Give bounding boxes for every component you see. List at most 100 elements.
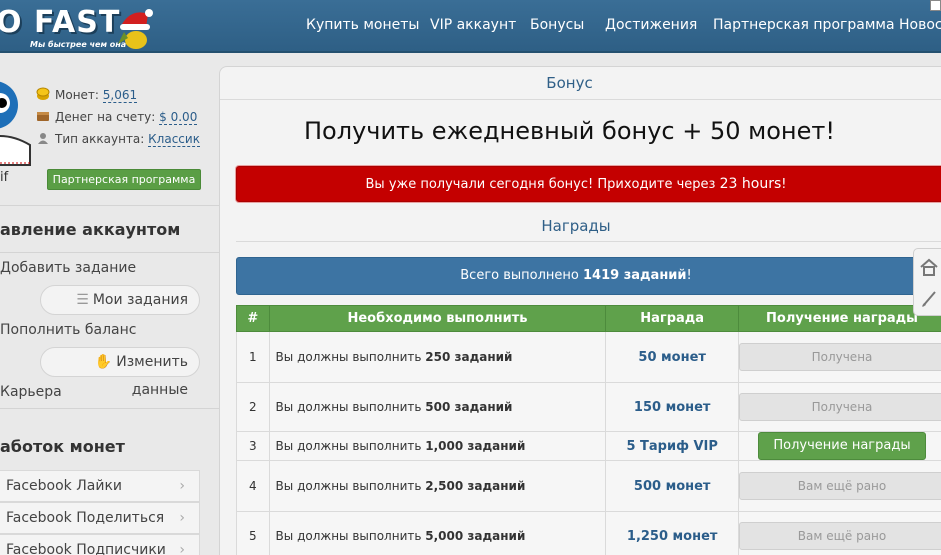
claimed-button[interactable]: Получена — [738, 343, 941, 371]
req-prefix: Вы должны выполнить — [275, 479, 422, 493]
sidebar-item-add-task[interactable]: Добавить задание — [0, 260, 136, 276]
too-early-button[interactable]: Вам ещё рано — [738, 472, 941, 500]
sidebar-item-my-tasks[interactable]: ☰ Мои задания — [40, 285, 200, 315]
sidebar-item-career[interactable]: Карьера — [0, 384, 62, 400]
row-number: 4 — [236, 460, 270, 512]
nav-achievements[interactable]: Достижения — [605, 17, 697, 33]
coins-value-link[interactable]: 5,061 — [102, 88, 138, 103]
row-reward: 5 Тариф VIP — [605, 431, 739, 461]
row-action: Вам ещё рано — [737, 511, 941, 555]
panel-header: Бонус — [220, 67, 941, 100]
col-reward: Награда — [605, 305, 739, 332]
divider — [0, 205, 219, 206]
main-nav: Купить монеты VIP аккаунт Бонусы Достиже… — [0, 17, 941, 37]
req-prefix: Вы должны выполнить — [275, 350, 422, 364]
alert-time: 23 hours — [719, 176, 782, 192]
req-amount: 250 заданий — [425, 350, 513, 364]
alert-text: Вы уже получали сегодня бонус! Приходите… — [365, 177, 716, 192]
row-reward: 150 монет — [605, 382, 739, 432]
money-value-link[interactable]: $ 0.00 — [159, 110, 198, 125]
table-row: 5 Вы должны выполнить 5,000 заданий 1,25… — [236, 511, 941, 555]
earn-item-facebook-likes[interactable]: Facebook Лайки › — [0, 470, 200, 502]
sidebar-item-edit-profile[interactable]: ✋ Изменить данные — [40, 347, 200, 398]
row-action: Получение награды — [737, 431, 941, 461]
chevron-right-icon: › — [179, 510, 185, 526]
rewards-table: # Необходимо выполнить Награда Получение… — [236, 305, 941, 555]
earn-item-facebook-followers[interactable]: Facebook Подписчики › — [0, 534, 200, 555]
row-reward: 500 монет — [605, 460, 739, 512]
nav-news[interactable]: Новос — [899, 17, 941, 33]
info-text: Всего выполнено — [460, 268, 579, 283]
pencil-icon[interactable] — [918, 288, 940, 310]
sidebar-item-label: Изменить данные — [116, 354, 188, 398]
nav-bonuses[interactable]: Бонусы — [530, 17, 584, 33]
row-reward: 1,250 монет — [605, 511, 739, 555]
req-amount: 500 заданий — [425, 400, 513, 414]
req-amount: 2,500 заданий — [425, 479, 526, 493]
row-number: 2 — [236, 382, 270, 432]
row-number: 5 — [236, 511, 270, 555]
req-prefix: Вы должны выполнить — [275, 529, 422, 543]
earn-item-label: Facebook Подписчики — [6, 542, 166, 555]
table-row: 4 Вы должны выполнить 2,500 заданий 500 … — [236, 460, 941, 512]
divider — [0, 408, 219, 409]
claim-reward-button[interactable]: Получение награды — [757, 432, 926, 460]
row-action: Получена — [737, 331, 941, 383]
row-number: 3 — [236, 431, 270, 461]
page-title: Получить ежедневный бонус + 50 монет! — [304, 117, 835, 145]
list-icon: ☰ — [76, 292, 89, 308]
earn-item-label: Facebook Лайки — [6, 478, 122, 494]
col-claim: Получение награды — [737, 305, 941, 332]
wallet-icon — [37, 112, 49, 121]
req-amount: 1,000 заданий — [425, 439, 526, 453]
account-type-label: Тип аккаунта: — [55, 132, 145, 146]
top-navigation-bar: O FAST Мы быстрее чем она Купить монеты … — [0, 0, 941, 53]
floating-toolbar — [913, 248, 941, 316]
row-requirement: Вы должны выполнить 1,000 заданий — [268, 431, 607, 461]
earn-section-header: аботок монет — [0, 437, 125, 456]
col-requirement: Необходимо выполнить — [268, 305, 607, 332]
nav-buy-coins[interactable]: Купить монеты — [306, 17, 419, 33]
chevron-right-icon: › — [179, 542, 185, 555]
nav-vip-account[interactable]: VIP аккаунт — [430, 17, 516, 33]
account-type-link[interactable]: Классик — [148, 132, 200, 147]
nav-partner-program[interactable]: Партнерская программа — [713, 17, 895, 33]
row-requirement: Вы должны выполнить 500 заданий — [268, 382, 607, 432]
account-section-header: авление аккаунтом — [0, 220, 181, 239]
bonus-already-claimed-alert: Вы уже получали сегодня бонус! Приходите… — [236, 166, 941, 202]
row-reward: 50 монет — [605, 331, 739, 383]
sidebar-item-label: Мои задания — [92, 292, 188, 308]
chevron-right-icon: › — [179, 478, 185, 494]
row-action: Получена — [737, 382, 941, 432]
avatar[interactable] — [0, 75, 32, 215]
sidebar-item-top-up-balance[interactable]: Пополнить баланс — [0, 322, 136, 338]
table-row: 1 Вы должны выполнить 250 заданий 50 мон… — [236, 331, 941, 383]
too-early-button[interactable]: Вам ещё рано — [738, 522, 941, 550]
money-label: Денег на счету: — [55, 110, 156, 124]
coin-icon — [36, 87, 50, 100]
row-requirement: Вы должны выполнить 250 заданий — [268, 331, 607, 383]
req-prefix: Вы должны выполнить — [275, 400, 422, 414]
coins-stat: Монет: 5,061 — [36, 87, 138, 103]
tasks-completed-info: Всего выполнено 1419 заданий! — [236, 257, 941, 295]
home-icon[interactable] — [918, 256, 940, 278]
earn-item-facebook-share[interactable]: Facebook Поделиться › — [0, 502, 200, 534]
partner-program-button[interactable]: Партнерская программа — [47, 169, 201, 190]
money-stat: Денег на счету: $ 0.00 — [36, 109, 198, 125]
coins-label: Монет: — [55, 88, 99, 102]
info-count: 1419 заданий — [583, 268, 687, 283]
claimed-button[interactable]: Получена — [738, 393, 941, 421]
req-prefix: Вы должны выполнить — [275, 439, 422, 453]
table-header-row: # Необходимо выполнить Награда Получение… — [236, 305, 941, 332]
account-type-stat: Тип аккаунта: Классик — [36, 131, 200, 147]
info-suffix: ! — [686, 268, 692, 283]
rewards-header: Награды — [236, 210, 941, 242]
row-action: Вам ещё рано — [737, 460, 941, 512]
row-number: 1 — [236, 331, 270, 383]
row-requirement: Вы должны выполнить 2,500 заданий — [268, 460, 607, 512]
col-number: # — [236, 305, 270, 332]
username: if — [0, 170, 9, 185]
logo-tagline: Мы быстрее чем она — [30, 40, 127, 49]
hand-icon: ✋ — [94, 354, 113, 370]
row-requirement: Вы должны выполнить 5,000 заданий — [268, 511, 607, 555]
